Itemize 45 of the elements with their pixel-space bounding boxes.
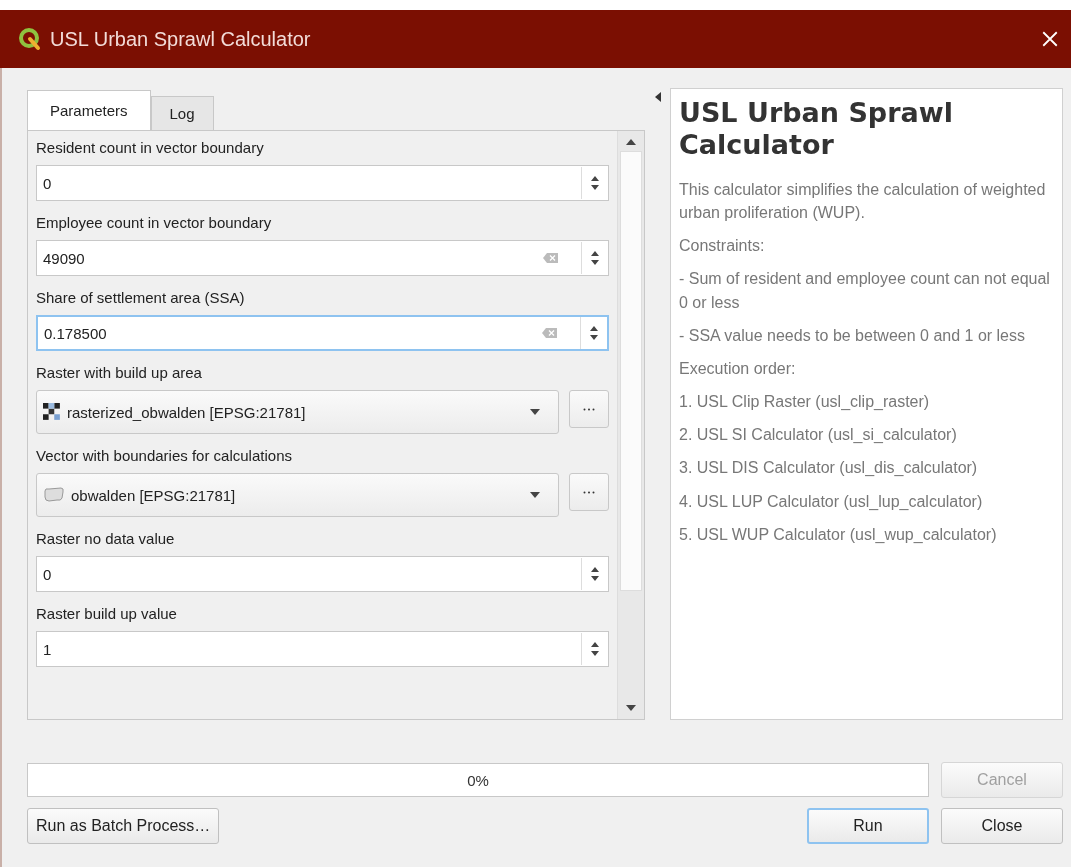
help-text: - Sum of resident and employee count can not equal 0 or less <box>679 269 1051 313</box>
help-text: This calculator simplifies the calculation of weighted urban proliferation (WUP). <box>679 179 1047 223</box>
help-text: 1. USL Clip Raster (usl_clip_raster) <box>679 392 931 413</box>
run-button[interactable]: Run <box>807 808 929 844</box>
help-title: USL Urban Sprawl Calculator <box>679 97 954 162</box>
number-spin-field[interactable]: 1 <box>36 631 609 667</box>
tab[interactable]: Parameters <box>27 90 151 130</box>
window-title: USL Urban Sprawl Calculator <box>50 27 311 51</box>
layer-dropdown[interactable]: rasterized_obwalden [EPSG:21781] <box>36 390 559 434</box>
scrollbar[interactable] <box>617 131 644 719</box>
raster-layer-icon <box>43 403 61 421</box>
collapse-arrow-icon[interactable] <box>654 92 661 102</box>
help-text: 2. USL SI Calculator (usl_si_calculator) <box>679 425 958 446</box>
parameter-label: Vector with boundaries for calculations <box>36 447 293 464</box>
scroll-down-icon[interactable] <box>626 705 636 711</box>
ellipsis-icon <box>583 407 595 411</box>
help-text: Constraints: <box>679 236 766 257</box>
parameter-label: Raster build up value <box>36 605 178 622</box>
parameter-label: Raster no data value <box>36 530 176 547</box>
scrollbar-thumb[interactable] <box>620 151 642 591</box>
help-text: 3. USL DIS Calculator (usl_dis_calculator) <box>679 458 979 479</box>
help-text: - SSA value needs to be between 0 and 1 or less <box>679 325 1026 346</box>
layer-dropdown[interactable]: obwalden [EPSG:21781] <box>36 473 559 517</box>
caret-icon <box>530 409 540 415</box>
batch-process-button[interactable]: Run as Batch Process… <box>27 808 220 844</box>
number-spin-field[interactable]: 0.178500 <box>36 315 609 351</box>
help-text: 4. USL LUP Calculator (usl_lup_calculator) <box>679 491 984 512</box>
close-button[interactable]: Close <box>941 808 1063 844</box>
help-text: 5. USL WUP Calculator (usl_wup_calculator) <box>679 524 998 545</box>
ellipsis-icon <box>583 490 595 494</box>
progress-text: 0% <box>467 771 489 789</box>
number-spin-field[interactable]: 0 <box>36 556 609 592</box>
app-logo-icon <box>18 27 42 51</box>
parameter-label: Resident count in vector boundary <box>36 139 265 156</box>
polygon-layer-icon <box>43 487 65 503</box>
tab[interactable]: Log <box>150 96 214 130</box>
scroll-up-icon[interactable] <box>626 139 636 145</box>
help-text: Execution order: <box>679 358 797 379</box>
close-icon[interactable] <box>1041 30 1059 48</box>
parameter-label: Share of settlement area (SSA) <box>36 289 246 306</box>
number-spin-field[interactable]: 0 <box>36 165 609 201</box>
parameter-label: Raster with build up area <box>36 364 203 381</box>
caret-icon <box>530 492 540 498</box>
number-spin-field[interactable]: 49090 <box>36 240 609 276</box>
parameter-label: Employee count in vector boundary <box>36 214 273 231</box>
